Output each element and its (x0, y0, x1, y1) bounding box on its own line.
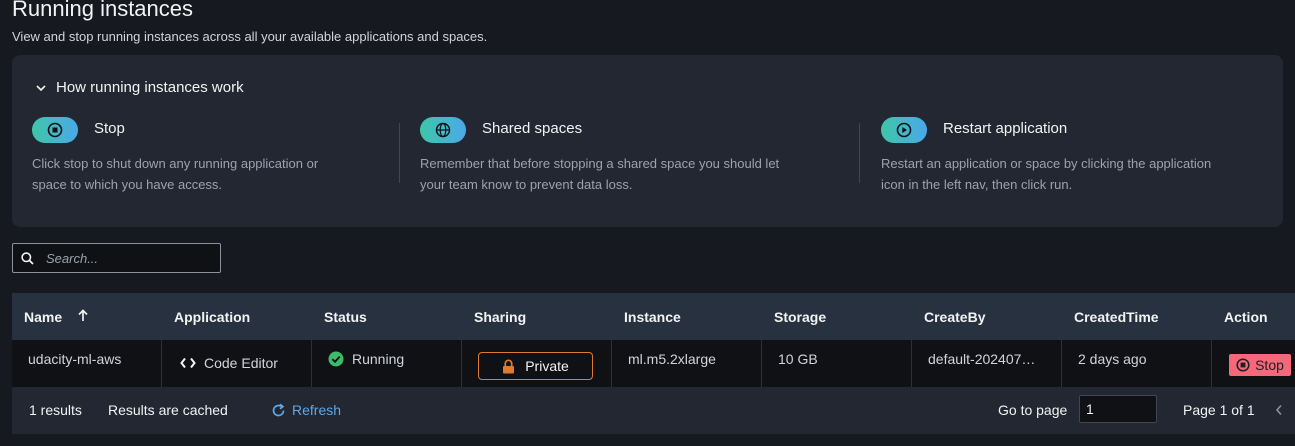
page-subtitle: View and stop running instances across a… (12, 29, 488, 44)
info-column-text: Click stop to shut down any running appl… (32, 156, 319, 171)
cell-name: udacity-ml-aws (28, 351, 122, 367)
column-header-instance[interactable]: Instance (624, 309, 681, 325)
info-column-title: Restart application (943, 120, 1068, 137)
status-success-icon (328, 351, 344, 367)
search-input[interactable] (44, 249, 208, 267)
play-circle-icon (881, 117, 927, 143)
column-header-application[interactable]: Application (174, 309, 250, 325)
column-header-label: Name (24, 309, 63, 325)
results-count: 1 results (29, 402, 82, 418)
column-divider (859, 123, 860, 183)
cell-instance: ml.m5.2xlarge (628, 351, 716, 367)
column-header-createby[interactable]: CreateBy (924, 309, 985, 325)
refresh-label: Refresh (292, 402, 342, 418)
cell-storage: 10 GB (778, 351, 818, 367)
results-cached-note: Results are cached (108, 402, 228, 418)
cell-divider (761, 340, 762, 387)
info-column-text: space to which you have access. (32, 177, 223, 192)
cell-status: Running (328, 351, 404, 367)
cell-createdtime: 2 days ago (1078, 351, 1147, 367)
info-column-text: Restart an application or space by click… (881, 156, 1212, 171)
instances-table: Name Application Status Sharing Instance… (12, 293, 1295, 434)
stop-icon (32, 117, 78, 143)
refresh-icon (272, 403, 285, 416)
info-toggle[interactable]: How running instances work (36, 79, 244, 96)
lock-icon (503, 359, 515, 373)
cell-createby: default-202407… (928, 351, 1036, 367)
chevron-left-icon[interactable] (1275, 404, 1283, 416)
search-icon (21, 251, 34, 265)
globe-icon (420, 117, 466, 143)
info-column-text: Remember that before stopping a shared s… (420, 156, 780, 171)
cell-divider (611, 340, 612, 387)
refresh-button[interactable]: Refresh (271, 402, 341, 418)
page-number-input[interactable] (1079, 395, 1157, 423)
cell-divider (1211, 340, 1212, 387)
application-label: Code Editor (204, 355, 278, 371)
status-label: Running (352, 351, 405, 367)
table-header: Name Application Status Sharing Instance… (12, 293, 1295, 340)
column-header-status[interactable]: Status (324, 309, 367, 325)
page-title: Running instances (12, 0, 194, 21)
table-footer: 1 results Results are cached Refresh Go … (12, 387, 1295, 434)
cell-application: Code Editor (180, 355, 278, 371)
cell-divider (311, 340, 312, 387)
info-toggle-label: How running instances work (56, 79, 244, 96)
info-column-title: Shared spaces (482, 120, 583, 137)
info-column-stop: Stop Click stop to shut down any running… (32, 117, 392, 195)
page-indicator: Page 1 of 1 (1183, 402, 1255, 418)
chevron-down-icon (36, 84, 46, 91)
info-column-text: icon in the left nav, then click run. (881, 177, 1073, 192)
stop-button[interactable]: Stop (1229, 354, 1291, 376)
sort-ascending-icon (78, 309, 88, 321)
column-divider (399, 123, 400, 183)
column-header-createdtime[interactable]: CreatedTime (1074, 309, 1159, 325)
column-header-action: Action (1224, 309, 1268, 325)
sharing-label: Private (525, 358, 569, 374)
code-brackets-icon (180, 357, 196, 369)
info-column-text: your team know to prevent data loss. (420, 177, 633, 192)
column-header-storage[interactable]: Storage (774, 309, 826, 325)
column-header-name[interactable]: Name (24, 309, 88, 325)
info-column-title: Stop (94, 120, 125, 137)
info-panel: How running instances work Stop Click st… (12, 55, 1283, 227)
info-column-shared-spaces: Shared spaces Remember that before stopp… (420, 117, 840, 195)
stop-label: Stop (1255, 357, 1284, 373)
cell-divider (911, 340, 912, 387)
column-header-sharing[interactable]: Sharing (474, 309, 526, 325)
sharing-private-button[interactable]: Private (478, 352, 593, 380)
cell-divider (1061, 340, 1062, 387)
cell-divider (461, 340, 462, 387)
cell-divider (161, 340, 162, 387)
info-column-restart: Restart application Restart an applicati… (881, 117, 1271, 195)
go-to-page-label: Go to page (998, 402, 1068, 418)
stop-icon (1236, 358, 1250, 372)
search-box[interactable] (12, 243, 221, 273)
